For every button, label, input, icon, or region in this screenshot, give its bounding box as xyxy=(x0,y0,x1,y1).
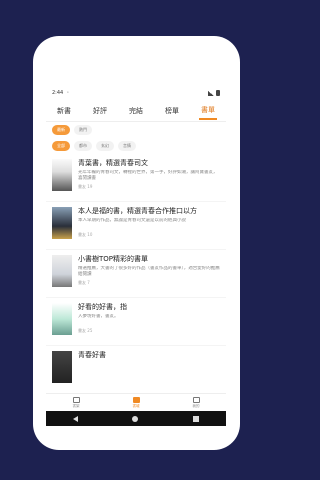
tab-book-lists[interactable]: 書單 xyxy=(199,102,217,120)
bottom-navigation: 書架 書城 我的 xyxy=(46,393,226,411)
tab-top-rated[interactable]: 好評 xyxy=(91,103,109,119)
filter-popular[interactable]: 熱門 xyxy=(74,125,92,135)
filter-urban[interactable]: 都市 xyxy=(74,141,92,151)
book-cover xyxy=(52,255,72,287)
list-item[interactable]: 青春好書 xyxy=(46,346,226,394)
book-cover xyxy=(52,159,72,191)
recent-apps-icon[interactable] xyxy=(192,415,199,422)
book-cover xyxy=(52,351,72,383)
filter-latest[interactable]: 最新 xyxy=(52,125,70,135)
home-icon[interactable] xyxy=(132,415,139,422)
list-item[interactable]: 本人是福的書，精選青春合作推口以方 本人早期的作品，無論是青春司文還是以前的經典… xyxy=(46,202,226,250)
nav-profile[interactable]: 我的 xyxy=(192,396,200,409)
filter-romance[interactable]: 言情 xyxy=(118,141,136,151)
store-icon xyxy=(132,396,140,403)
book-cover xyxy=(52,303,72,335)
nav-label: 書城 xyxy=(132,403,140,408)
tab-new-books[interactable]: 新書 xyxy=(55,103,73,119)
bookshelf-icon xyxy=(72,396,80,403)
book-cover xyxy=(52,207,72,239)
system-navigation-bar xyxy=(46,411,226,426)
book-meta: 書友 10 xyxy=(78,232,93,237)
list-item[interactable]: 小書樹TOP精彩的書單 精選推薦，大書的了很多好的作品（書友作品的書單），適合愛… xyxy=(46,250,226,298)
book-title: 青春好書 xyxy=(78,351,106,359)
genre-filter-row: 全部 都市 玄幻 言情 xyxy=(46,138,226,154)
book-meta: 書友 7 xyxy=(78,280,90,285)
list-item[interactable]: 青葉書，精選青春司文 光年年輪的青春司文，轉裡的世界，第一手，好評如潮，讓阿寶書… xyxy=(46,154,226,202)
signal-icon xyxy=(208,90,214,96)
sort-filter-row: 最新 熱門 xyxy=(46,122,226,138)
nav-store[interactable]: 書城 xyxy=(132,396,140,409)
filter-fantasy[interactable]: 玄幻 xyxy=(96,141,114,151)
list-item[interactable]: 好看的好書，指 入夢坊好書，書友。 書友 25 xyxy=(46,298,226,346)
battery-icon xyxy=(216,90,220,96)
book-title: 本人是福的書，精選青春合作推口以方 xyxy=(78,207,197,215)
book-meta: 書友 19 xyxy=(78,184,93,189)
status-bar: 2:44 ◦ xyxy=(46,86,226,100)
book-title: 小書樹TOP精彩的書單 xyxy=(78,255,149,263)
book-description: 本人早期的作品，無論是青春司文還是以前的經典小說 xyxy=(78,218,186,223)
category-tabs: 新書 好評 完結 榜單 書單 xyxy=(46,100,226,122)
app-screen: 2:44 ◦ 新書 好評 完結 榜單 書單 最新 熱門 全部 都市 玄幻 言情 xyxy=(46,86,226,426)
back-icon[interactable] xyxy=(73,415,79,422)
book-list: 青葉書，精選青春司文 光年年輪的青春司文，轉裡的世界，第一手，好評如潮，讓阿寶書… xyxy=(46,154,226,394)
book-title: 青葉書，精選青春司文 xyxy=(78,159,148,167)
phone-frame: 2:44 ◦ 新書 好評 完結 榜單 書單 最新 熱門 全部 都市 玄幻 言情 xyxy=(33,36,240,450)
tab-completed[interactable]: 完結 xyxy=(127,103,145,119)
book-title: 好看的好書，指 xyxy=(78,303,127,311)
notification-icon: ◦ xyxy=(66,90,70,96)
book-description xyxy=(78,362,220,374)
filter-all[interactable]: 全部 xyxy=(52,141,70,151)
profile-icon xyxy=(192,396,200,403)
book-description: 精選推薦，大書的了很多好的作品（書友作品的書單），適合愛好的推薦給閱讀 xyxy=(78,266,220,277)
nav-label: 我的 xyxy=(192,403,200,408)
status-time: 2:44 xyxy=(52,90,64,96)
nav-bookshelf[interactable]: 書架 xyxy=(72,396,80,409)
book-meta: 書友 25 xyxy=(78,328,93,333)
book-description: 光年年輪的青春司文，轉裡的世界，第一手，好評如潮，讓阿寶書友，喜閒讀書 xyxy=(78,170,218,181)
book-description: 入夢坊好書，書友。 xyxy=(78,314,119,319)
tab-rankings[interactable]: 榜單 xyxy=(163,103,181,119)
nav-label: 書架 xyxy=(72,403,80,408)
